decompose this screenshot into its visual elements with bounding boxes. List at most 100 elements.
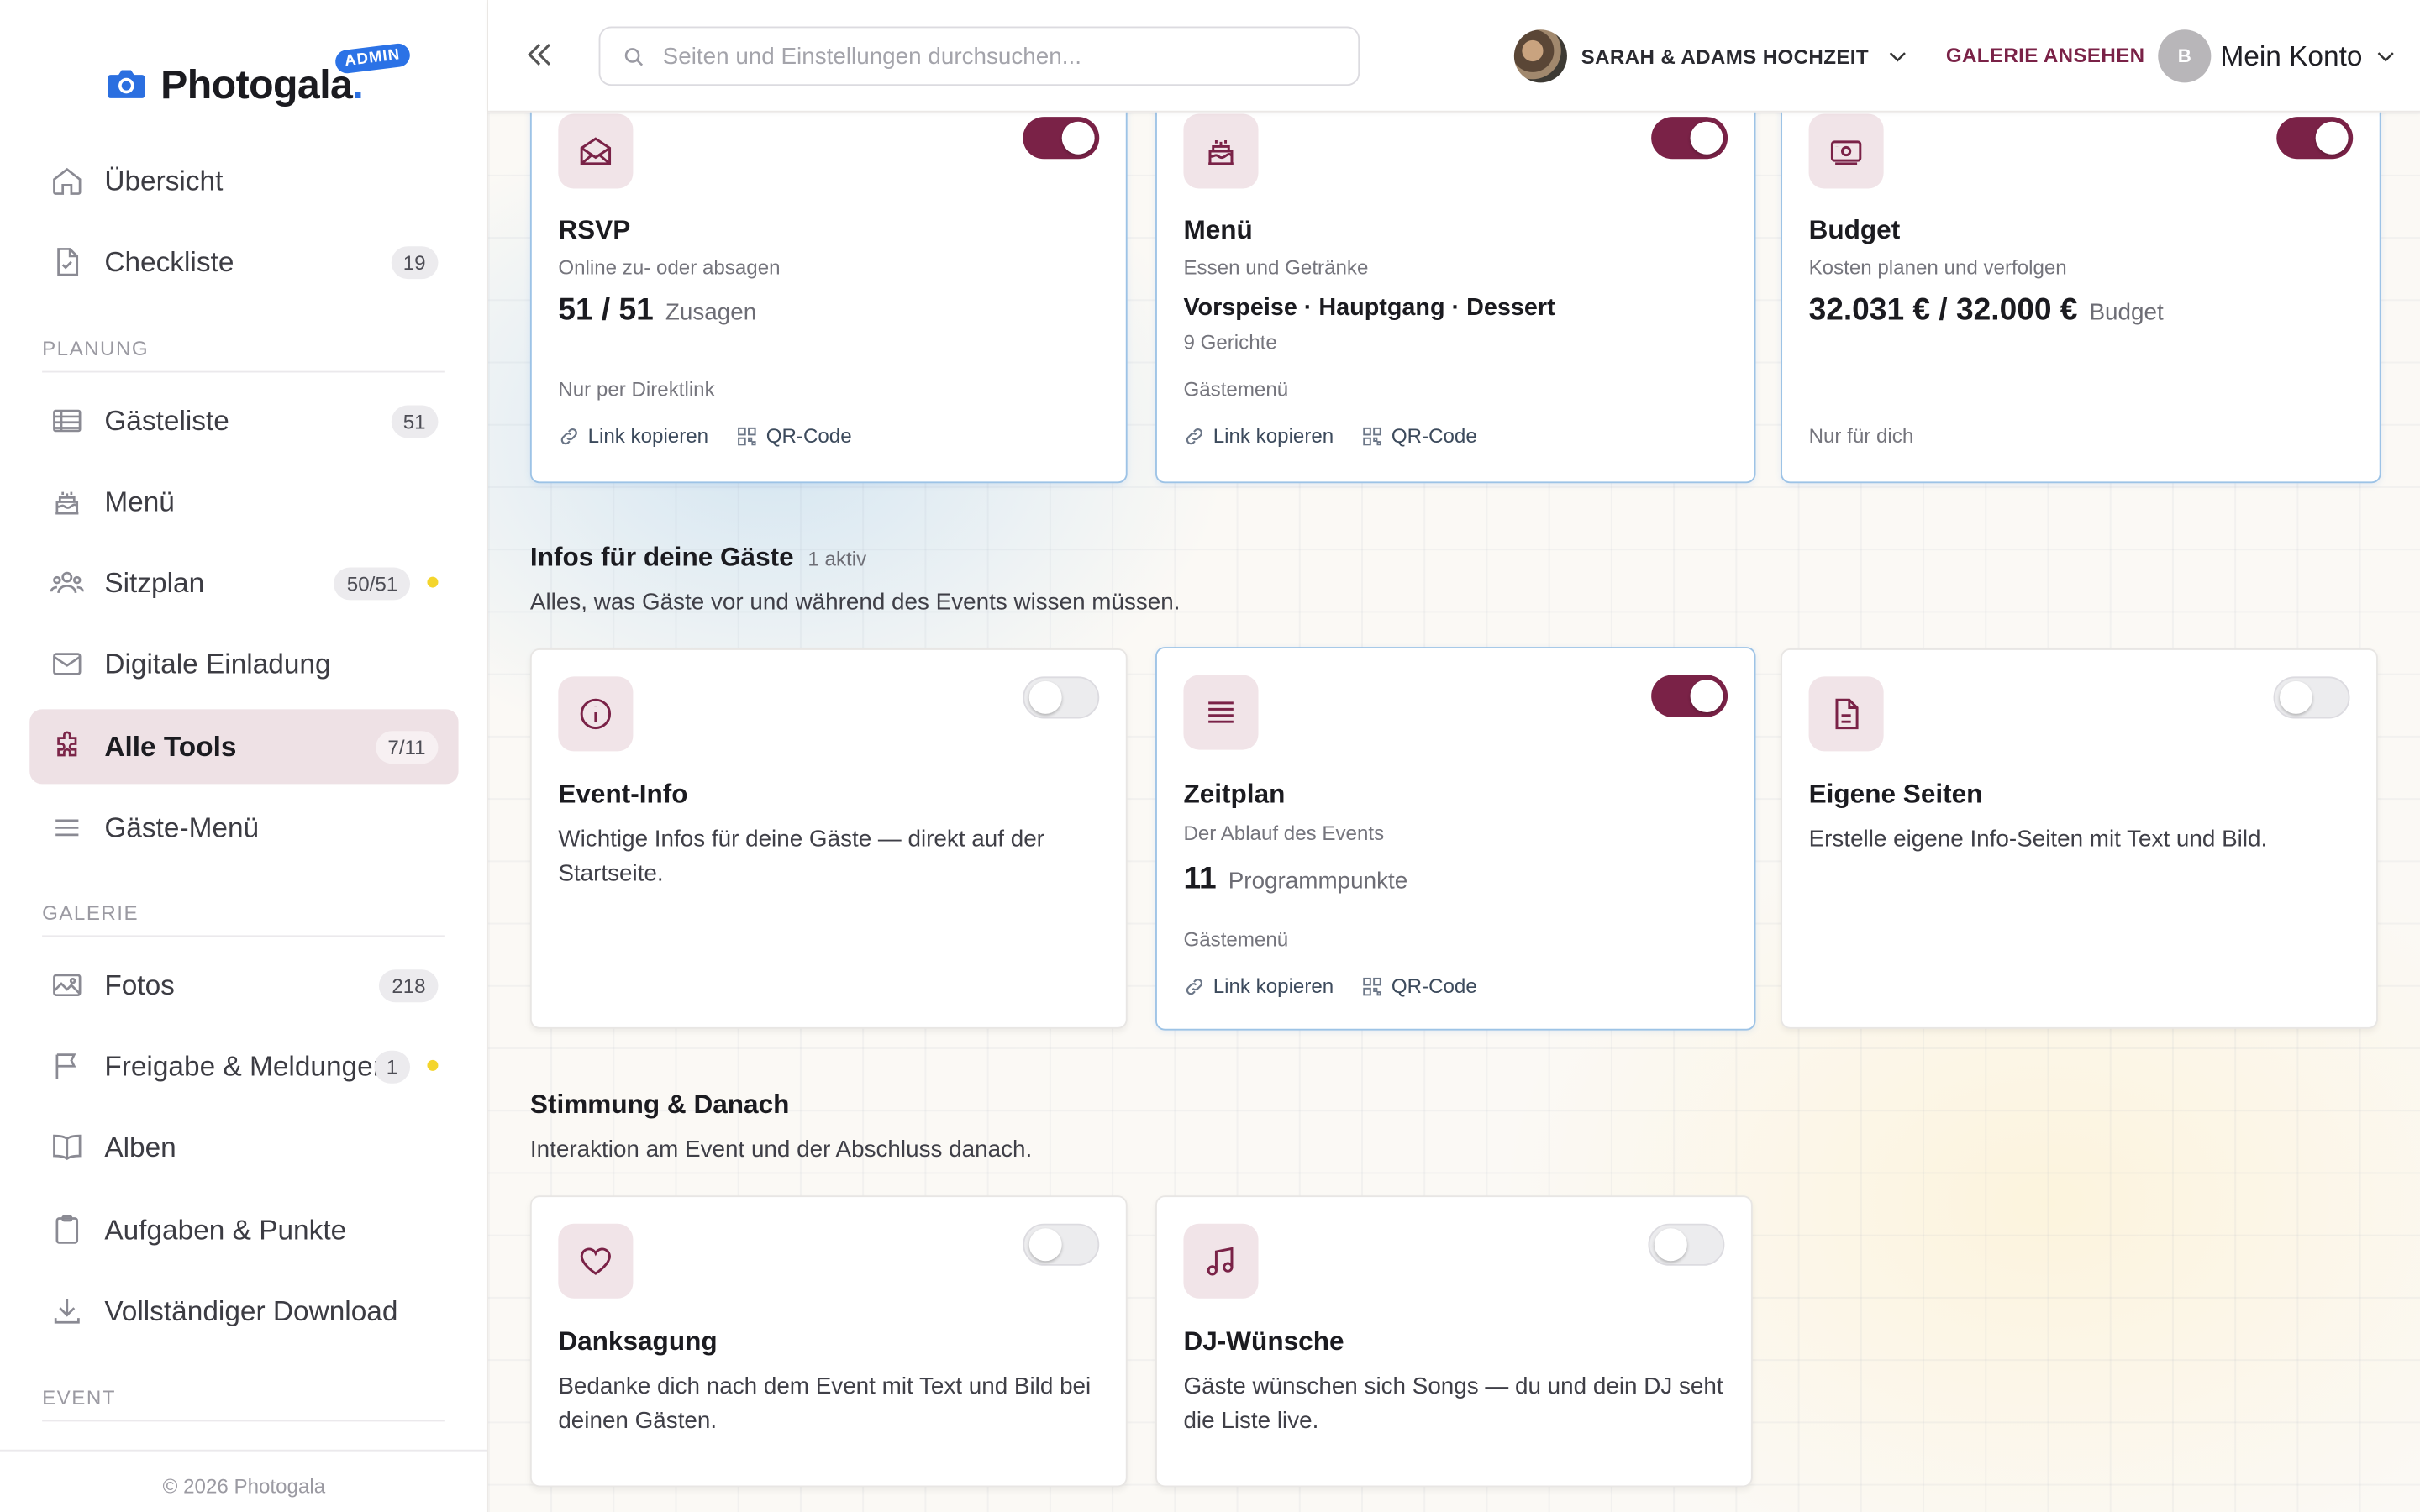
card-title: Zeitplan [1183, 779, 1286, 810]
sidebar-item-fotos[interactable]: Fotos 218 [29, 948, 458, 1022]
enable-toggle[interactable] [1651, 117, 1728, 160]
sidebar-item-label: Fotos [104, 969, 175, 1000]
image-icon [53, 974, 82, 997]
sidebar-item-menue[interactable]: Menü [29, 465, 458, 539]
document-check-icon [57, 248, 79, 276]
sidebar-item-alben[interactable]: Alben [29, 1110, 458, 1184]
sidebar-item-aufgaben-punkte[interactable]: Aufgaben & Punkte [29, 1193, 458, 1268]
chevron-down-icon [1890, 52, 1907, 62]
tool-card-rsvp[interactable]: RSVP Online zu- oder absagen 51 / 51 Zus… [529, 112, 1128, 484]
collapse-sidebar-icon[interactable] [523, 38, 557, 72]
tool-card-event-info[interactable]: Event-Info Wichtige Infos für deine Gäst… [529, 648, 1128, 1029]
copyright: © 2026 Photogala [0, 1449, 487, 1512]
sidebar-item-download[interactable]: Vollständiger Download [29, 1273, 458, 1348]
stat-value: 32.031 € / 32.000 € [1808, 292, 2078, 328]
sidebar-item-label: Aufgaben & Punkte [104, 1213, 347, 1245]
enable-toggle[interactable] [1023, 1223, 1100, 1266]
copy-link-button[interactable]: Link kopieren [558, 424, 708, 448]
enable-toggle[interactable] [1648, 1223, 1725, 1266]
sidebar-item-gaeste-menue[interactable]: Gäste-Menü [29, 790, 458, 865]
sidebar-item-digitale-einladung[interactable]: Digitale Einladung [29, 627, 458, 701]
sidebar-item-uebersicht[interactable]: Übersicht [29, 144, 458, 218]
file-icon [1835, 698, 1859, 730]
toggle-knob [1028, 1228, 1062, 1262]
sidebar-item-sitzplan[interactable]: Sitzplan 50/51 [29, 545, 458, 620]
card-subtitle: Kosten planen und verfolgen [1808, 255, 2067, 280]
stat-unit: Budget [2089, 299, 2164, 326]
qr-code-label: QR-Code [765, 423, 852, 448]
copy-link-label: Link kopieren [1213, 974, 1334, 998]
qr-code-button[interactable]: QR-Code [736, 423, 852, 448]
music-note-icon [1207, 1247, 1234, 1276]
tool-card-zeitplan[interactable]: Zeitplan Der Ablauf des Events 11 Progra… [1155, 647, 1756, 1031]
sidebar-item-gaesteliste[interactable]: Gästeliste 51 [29, 383, 458, 458]
card-icon-box [1808, 113, 1884, 189]
account-menu[interactable]: B Mein Konto [2158, 28, 2398, 84]
tool-card-danksagung[interactable]: Danksagung Bedanke dich nach dem Event m… [529, 1195, 1128, 1488]
copy-link-button[interactable]: Link kopieren [1183, 424, 1334, 448]
account-label: Mein Konto [2220, 39, 2363, 71]
enable-toggle[interactable] [1023, 117, 1100, 160]
copy-link-label: Link kopieren [1213, 423, 1334, 448]
tool-card-dj-wuensche[interactable]: DJ-Wünsche Gäste wünschen sich Songs — d… [1155, 1195, 1753, 1488]
copy-link-label: Link kopieren [587, 423, 709, 448]
card-meta: Gästemenü [1183, 927, 1289, 951]
enable-toggle[interactable] [2273, 676, 2350, 719]
card-title: Menü [1183, 215, 1253, 245]
download-icon [54, 1299, 80, 1324]
tool-card-menue[interactable]: Menü Essen und Getränke Vorspeise · Haup… [1155, 112, 1756, 484]
clipboard-icon [55, 1215, 79, 1244]
qr-code-button[interactable]: QR-Code [1362, 424, 1477, 448]
section-title-infos: Infos für deine Gäste 1 aktiv [530, 543, 866, 574]
toggle-knob [2315, 121, 2349, 155]
toggle-knob [1654, 1228, 1687, 1262]
card-icon-box [1183, 113, 1259, 189]
search-input[interactable] [662, 43, 1318, 70]
money-icon [1830, 140, 1862, 165]
table-list-icon [53, 409, 82, 433]
puzzle-icon [57, 731, 77, 757]
toggle-knob [1690, 121, 1723, 155]
section-title-stimmung: Stimmung & Danach [530, 1089, 790, 1121]
copy-link-button[interactable]: Link kopieren [1183, 974, 1334, 998]
sidebar-item-freigabe-meldungen[interactable]: Freigabe & Meldungen 1 [29, 1029, 458, 1104]
count-badge: 7/11 [375, 731, 439, 764]
card-icon-box [558, 1223, 634, 1299]
section-description: Interaktion am Event und der Abschluss d… [529, 1136, 1033, 1163]
card-icon-box [1183, 1223, 1259, 1299]
stat-value: 11 [1183, 862, 1217, 897]
card-actions: Link kopieren QR-Code [1183, 974, 1505, 998]
attention-dot [427, 1059, 439, 1071]
enable-toggle[interactable] [2276, 117, 2354, 160]
flag-icon [55, 1053, 76, 1079]
sidebar-item-label: Gäste-Menü [104, 811, 260, 843]
card-title: Budget [1808, 215, 1901, 245]
sidebar-item-label: Digitale Einladung [104, 648, 331, 680]
chevron-down-icon [2377, 52, 2394, 62]
tool-card-eigene-seiten[interactable]: Eigene Seiten Erstelle eigene Info-Seite… [1781, 648, 2378, 1029]
count-badge: 19 [390, 246, 439, 280]
section-label-event: EVENT [42, 1386, 445, 1422]
qr-code-icon [1363, 426, 1382, 445]
view-gallery-link[interactable]: GALERIE ANSEHEN [1946, 44, 2145, 67]
event-avatar [1513, 29, 1567, 83]
enable-toggle[interactable] [1651, 675, 1728, 717]
sidebar-item-label: Menü [104, 486, 175, 517]
toggle-knob [1061, 121, 1095, 155]
card-icon-box [558, 676, 634, 752]
event-selector[interactable]: SARAH & ADAMS HOCHZEIT [1513, 28, 1911, 84]
sidebar-item-checkliste[interactable]: Checkliste 19 [29, 224, 458, 299]
search-icon [624, 47, 644, 66]
sidebar-item-alle-tools[interactable]: Alle Tools 7/11 [29, 709, 459, 785]
home-icon [53, 167, 82, 195]
card-description: Bedanke dich nach dem Event mit Text und… [558, 1373, 1092, 1435]
qr-code-button[interactable]: QR-Code [1362, 974, 1477, 998]
search-bar[interactable] [598, 26, 1360, 87]
camera-icon [108, 70, 145, 98]
photogala-logo[interactable]: Photogala. [106, 60, 364, 109]
account-avatar: B [2158, 29, 2212, 83]
info-icon [580, 698, 612, 730]
tool-card-budget[interactable]: Budget Kosten planen und verfolgen 32.03… [1781, 112, 2381, 484]
list-icon [1208, 701, 1234, 723]
enable-toggle[interactable] [1023, 676, 1100, 719]
